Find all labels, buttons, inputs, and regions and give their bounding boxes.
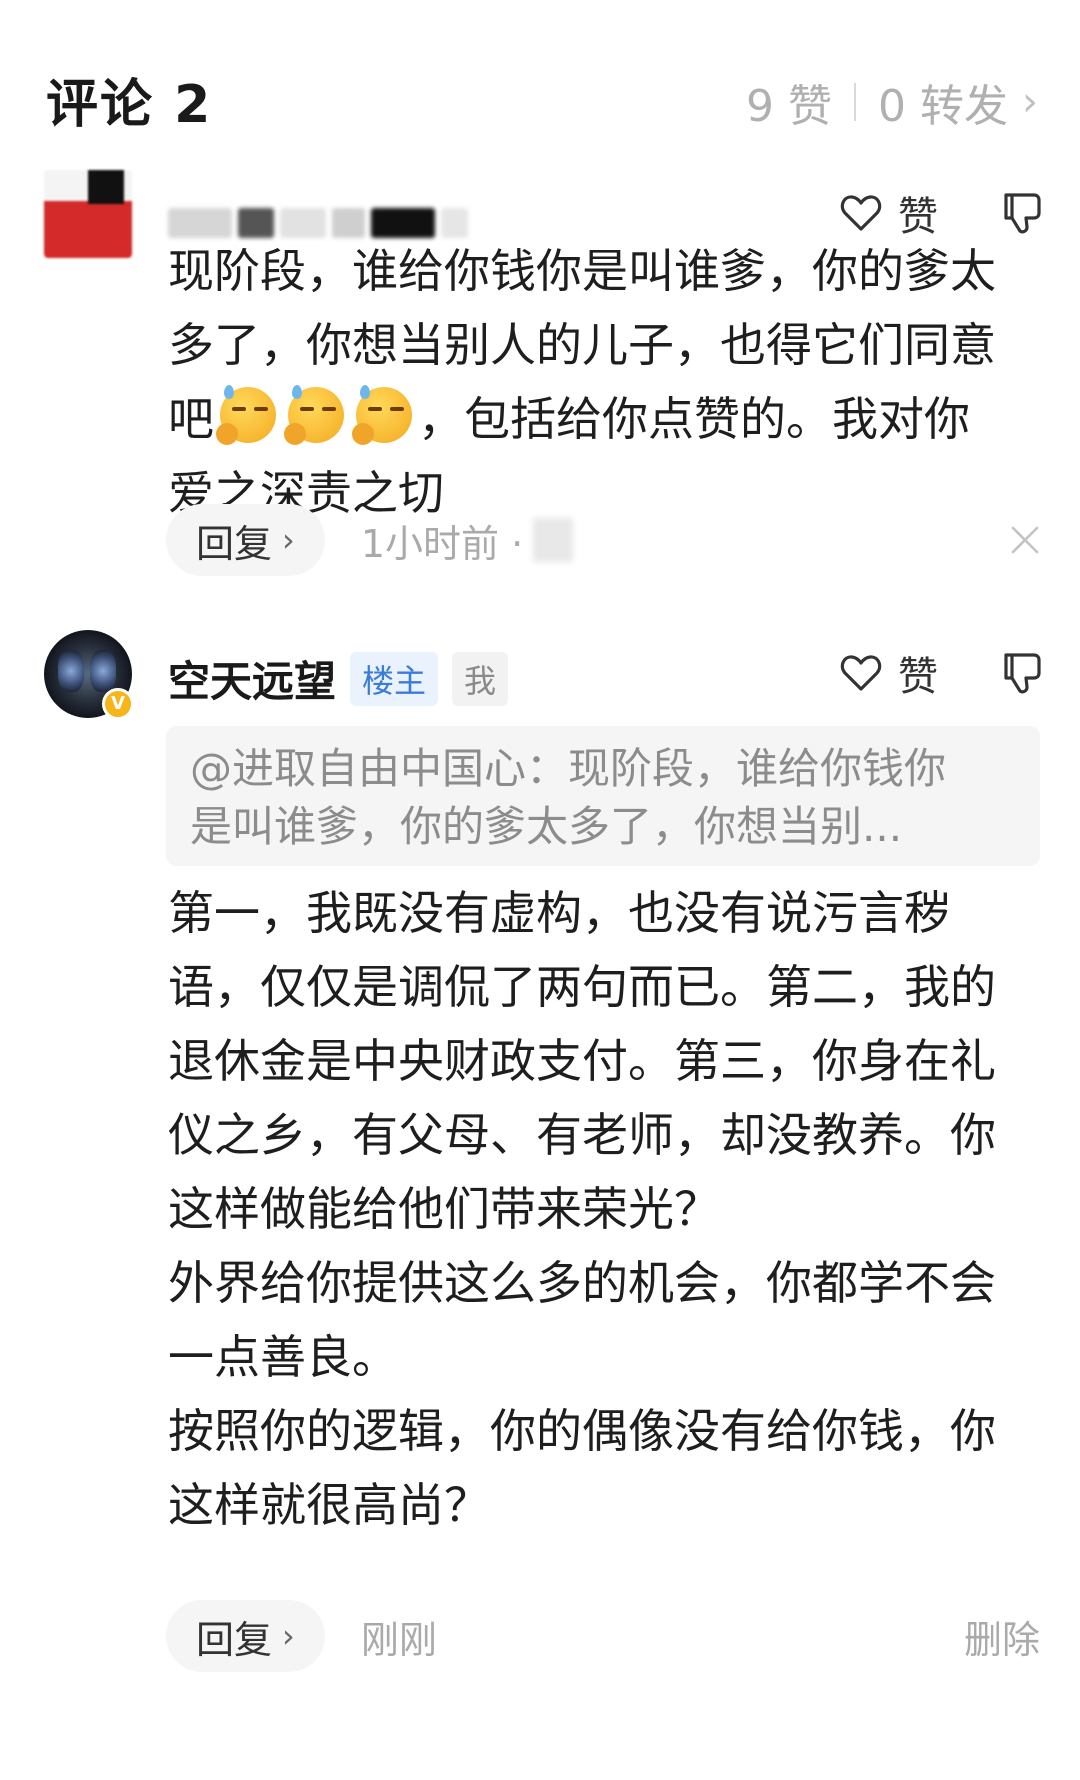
smirk-emoji-icon xyxy=(216,385,280,445)
comment-footer: 回复 › 刚刚 删除 xyxy=(166,1600,1040,1672)
smirk-emoji-icon xyxy=(284,385,348,445)
comment-footer: 回复 › 1小时前 · xyxy=(166,504,1040,576)
delete-button[interactable]: 删除 xyxy=(964,1600,1040,1672)
dislike-icon[interactable] xyxy=(1000,191,1042,235)
author-tag: 楼主 xyxy=(350,651,439,706)
comment-time: 刚刚 xyxy=(360,1617,437,1662)
comment-time: 1小时前 · xyxy=(360,521,524,566)
comment-line: 外界给你提供这么多的机会，你都学不会 xyxy=(168,1256,996,1310)
comment-line: 一点善良。 xyxy=(168,1330,398,1384)
comment-line: 第一，我既没有虚构，也没有说污言秽 xyxy=(168,886,950,940)
chevron-right-icon[interactable]: › xyxy=(282,521,295,559)
comment-body: 现阶段，谁给你钱你是叫谁爹，你的爹太 多了，你想当别人的儿子，也得它们同意 吧 ，… xyxy=(168,234,1048,530)
me-tag: 我 xyxy=(452,651,509,706)
comments-title: 评论 2 xyxy=(46,75,213,135)
verified-badge-icon: V xyxy=(102,688,134,720)
avatar[interactable]: V xyxy=(44,630,134,720)
reply-label[interactable]: 回复 xyxy=(196,1609,272,1664)
comment-body: 第一，我既没有虚构，也没有说污言秽 语，仅仅是调侃了两句而已。第二，我的 退休金… xyxy=(168,876,1048,1542)
reply-button[interactable]: 回复 › xyxy=(166,504,325,576)
reply-label[interactable]: 回复 xyxy=(196,513,272,568)
heart-icon[interactable] xyxy=(840,193,882,233)
chevron-right-icon[interactable]: › xyxy=(1022,79,1038,125)
avatar[interactable] xyxy=(44,170,132,258)
comment-text-fragment: ，包括给你点赞的。我对你 xyxy=(418,392,970,446)
likes-count[interactable]: 9 赞 xyxy=(746,70,832,134)
comment-line: 多了，你想当别人的儿子，也得它们同意 xyxy=(168,318,996,372)
comment-item: 赞 现阶段，谁给你钱你是叫谁爹，你的爹太 多了，你想当别人的儿子，也得它们同意 … xyxy=(0,170,1080,610)
dislike-icon[interactable] xyxy=(1000,651,1042,695)
comment-line: 退休金是中央财政支付。第三，你身在礼 xyxy=(168,1034,996,1088)
shares-count[interactable]: 0 转发 xyxy=(878,70,1008,134)
comment-line: 仪之乡，有父母、有老师，却没教养。你 xyxy=(168,1108,996,1162)
header-stats[interactable]: 9 赞 0 转发 › xyxy=(746,70,1038,134)
comment-line: 按照你的逻辑，你的偶像没有给你钱，你 xyxy=(168,1404,996,1458)
username-redacted[interactable] xyxy=(168,198,468,238)
stats-divider xyxy=(854,83,857,121)
avatar-image-part xyxy=(58,650,84,692)
redacted-location xyxy=(533,518,574,562)
quote-line: @进取自由中国心：现阶段，谁给你钱你 xyxy=(190,744,947,793)
dismiss-button[interactable] xyxy=(1010,504,1040,576)
username-text[interactable]: 空天远望 xyxy=(168,648,336,709)
reply-button[interactable]: 回复 › xyxy=(166,1600,325,1672)
avatar-image-part xyxy=(88,170,124,204)
comment-text-fragment: 吧 xyxy=(168,392,214,446)
close-icon[interactable] xyxy=(1010,525,1040,555)
smirk-emoji-icon xyxy=(352,385,416,445)
like-label[interactable]: 赞 xyxy=(898,644,938,702)
quoted-comment[interactable]: @进取自由中国心：现阶段，谁给你钱你 是叫谁爹，你的爹太多了，你想当别... xyxy=(166,726,1040,866)
comment-line-with-emoji: 吧 ，包括给你点赞的。我对你 xyxy=(168,382,1048,456)
chevron-right-icon[interactable]: › xyxy=(282,1617,295,1655)
like-button[interactable]: 赞 xyxy=(840,644,938,702)
comment-line: 现阶段，谁给你钱你是叫谁爹，你的爹太 xyxy=(168,244,996,298)
quote-line: 是叫谁爹，你的爹太多了，你想当别... xyxy=(190,802,903,851)
heart-icon[interactable] xyxy=(840,653,882,693)
username[interactable]: 空天远望 楼主 我 xyxy=(168,648,509,709)
comment-line: 这样做能给他们带来荣光？ xyxy=(168,1182,720,1236)
comment-line: 这样就很高尚？ xyxy=(168,1478,490,1532)
comment-actions: 赞 xyxy=(840,644,1042,702)
comment-line: 语，仅仅是调侃了两句而已。第二，我的 xyxy=(168,960,996,1014)
comments-header: 评论 2 9 赞 0 转发 › xyxy=(0,0,1080,170)
avatar-image-part xyxy=(90,650,116,692)
comment-item: V 空天远望 楼主 我 赞 @进取自由中国心：现阶段，谁给你钱你 是叫谁爹，你的… xyxy=(0,630,1080,1710)
